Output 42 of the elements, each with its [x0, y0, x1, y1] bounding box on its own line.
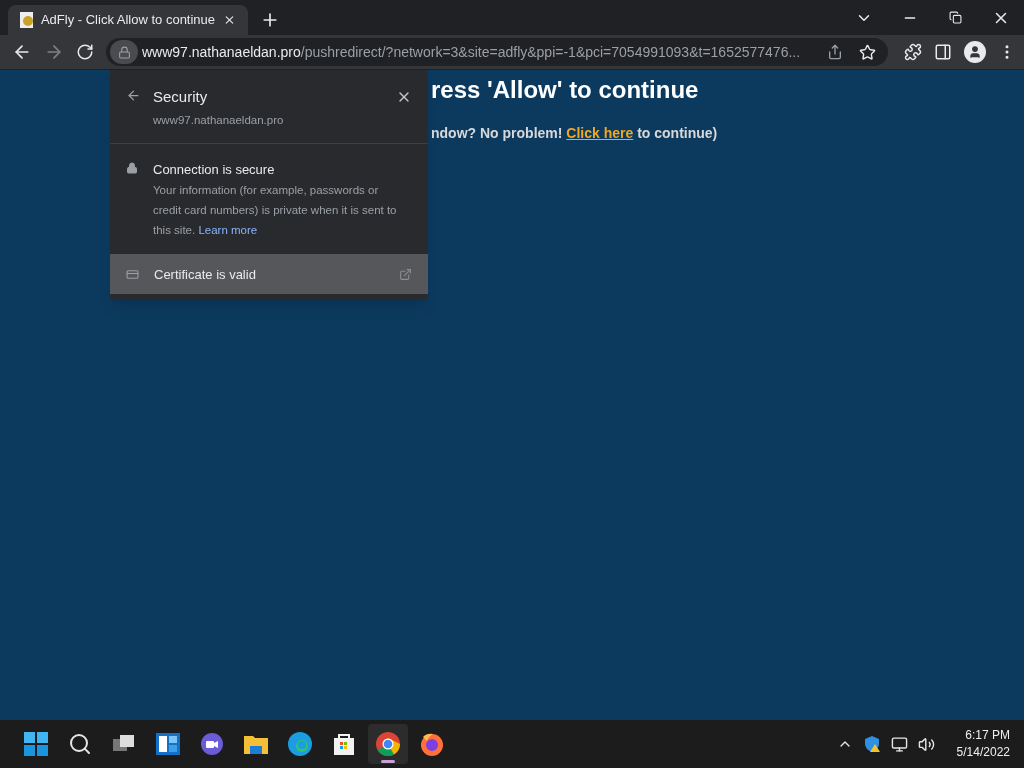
address-bar[interactable]: www97.nathanaeldan.pro/pushredirect/?network=3&site=adfly&ppi=-1&pci=7054991093&t=1652577476...	[106, 38, 888, 66]
video-chat-icon	[199, 731, 225, 757]
bookmark-star-icon[interactable]	[859, 43, 876, 61]
share-icon[interactable]	[827, 44, 843, 60]
url-text: www97.nathanaeldan.pro/pushredirect/?network=3&site=adfly&ppi=-1&pci=7054991093&t=1652577476...	[142, 42, 802, 62]
page-heading: ress 'Allow' to continue	[431, 75, 700, 105]
extensions-icon[interactable]	[904, 43, 922, 61]
firefox-icon	[419, 731, 445, 757]
security-warning-icon[interactable]	[862, 735, 881, 753]
certificate-row[interactable]: Certificate is valid	[110, 254, 428, 295]
lock-icon[interactable]	[110, 40, 138, 64]
volume-icon[interactable]	[917, 735, 935, 753]
instruction-text: ndow? No problem! Click here to continue)	[431, 124, 719, 143]
connection-description: Your information (for example, passwords or credit card numbers) is private when it is sent to this site. Learn more	[153, 183, 398, 239]
browser-tab[interactable]: AdFly - Click Allow to continue	[8, 5, 248, 35]
site-favicon-icon	[20, 12, 33, 28]
start-icon	[23, 731, 49, 757]
certificate-label: Certificate is valid	[154, 265, 257, 284]
reload-icon[interactable]	[76, 43, 94, 61]
connection-title: Connection is secure	[153, 160, 276, 179]
clock-time[interactable]: 6:17 PM	[965, 727, 1010, 744]
store-bag-icon	[331, 731, 357, 757]
clock-date[interactable]: 5/14/2022	[956, 744, 1010, 761]
restore-icon[interactable]	[949, 11, 962, 24]
lock-icon	[126, 161, 138, 174]
tab-title: AdFly - Click Allow to continue	[40, 11, 216, 30]
click-here-link[interactable]: Click here	[566, 125, 634, 141]
back-icon[interactable]	[126, 88, 141, 103]
profile-icon[interactable]	[964, 41, 986, 63]
side-panel-icon[interactable]	[934, 43, 952, 61]
external-link-icon	[399, 267, 412, 281]
edge-icon	[287, 731, 313, 757]
chrome-icon	[375, 731, 401, 757]
network-icon[interactable]	[890, 735, 908, 753]
popup-title: Security	[153, 87, 209, 107]
certificate-icon	[126, 267, 139, 281]
popup-host: www97.nathanaeldan.pro	[153, 112, 285, 128]
active-indicator	[381, 760, 395, 763]
learn-more-link[interactable]: Learn more	[198, 224, 258, 237]
search-icon	[68, 732, 92, 756]
widgets-icon	[155, 731, 181, 757]
taskbar-app[interactable]	[368, 724, 408, 764]
